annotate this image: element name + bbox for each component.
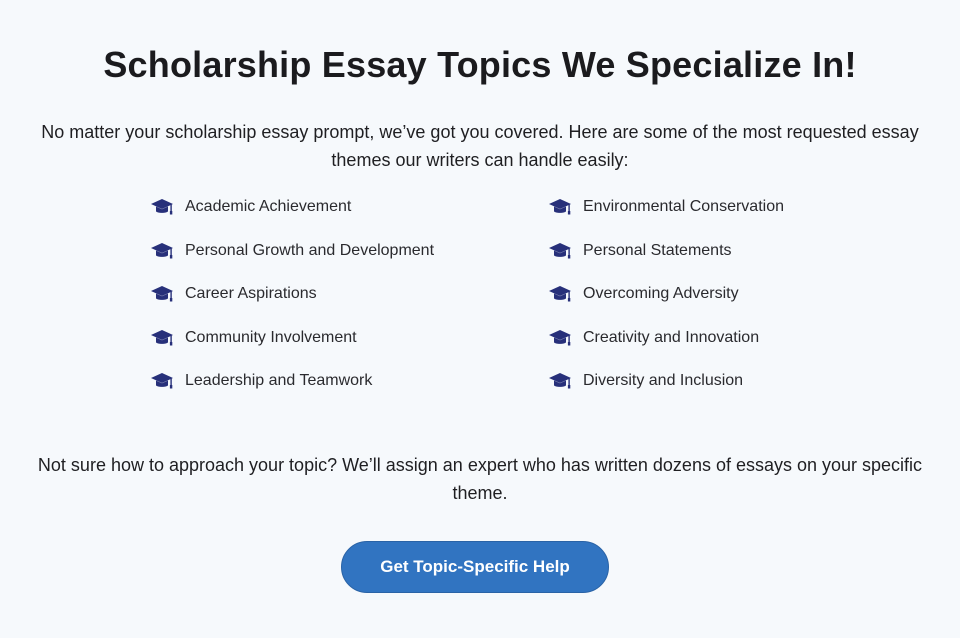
- intro-line-2: themes our writers can handle easily:: [331, 150, 629, 170]
- get-topic-specific-help-button[interactable]: Get Topic-Specific Help: [341, 541, 609, 593]
- topic-item: Diversity and Inclusion: [548, 368, 928, 412]
- topic-item: Personal Growth and Development: [150, 238, 530, 282]
- graduation-cap-icon: [150, 372, 174, 390]
- topic-item: Overcoming Adversity: [548, 281, 928, 325]
- graduation-cap-icon: [150, 242, 174, 260]
- graduation-cap-icon: [150, 329, 174, 347]
- topic-item: Environmental Conservation: [548, 194, 928, 238]
- topic-label: Personal Statements: [583, 241, 732, 259]
- graduation-cap-icon: [150, 285, 174, 303]
- topic-item: Academic Achievement: [150, 194, 530, 238]
- graduation-cap-icon: [548, 198, 572, 216]
- topic-label: Leadership and Teamwork: [185, 372, 373, 389]
- topic-label: Environmental Conservation: [583, 198, 784, 215]
- topic-label: Diversity and Inclusion: [583, 372, 744, 389]
- topic-item: Creativity and Innovation: [548, 325, 928, 369]
- intro-text: No matter your scholarship essay prompt,…: [0, 118, 960, 174]
- topic-item: Personal Statements: [548, 238, 928, 282]
- footer-line-1: Not sure how to approach your topic? We’…: [37, 455, 923, 475]
- topic-item: Community Involvement: [150, 325, 530, 369]
- graduation-cap-icon: [150, 198, 174, 216]
- footer-line-2: theme.: [452, 483, 508, 503]
- graduation-cap-icon: [548, 329, 572, 347]
- topic-label: Academic Achievement: [185, 198, 352, 215]
- topic-item: Career Aspirations: [150, 281, 530, 325]
- graduation-cap-icon: [548, 242, 572, 260]
- graduation-cap-icon: [548, 285, 572, 303]
- topic-label: Career Aspirations: [185, 285, 317, 302]
- page-title: Scholarship Essay Topics We Specialize I…: [103, 44, 857, 85]
- topic-label: Community Involvement: [185, 328, 357, 346]
- topic-list-left: Academic Achievement Personal Growth and…: [150, 194, 530, 412]
- graduation-cap-icon: [548, 372, 572, 390]
- topic-label: Creativity and Innovation: [583, 328, 760, 346]
- topic-list-right: Environmental Conservation Personal Stat…: [548, 194, 928, 412]
- topic-label: Overcoming Adversity: [583, 285, 739, 302]
- intro-line-1: No matter your scholarship essay prompt,…: [41, 122, 919, 142]
- topics-section: Scholarship Essay Topics We Specialize I…: [0, 0, 960, 638]
- footer-text: Not sure how to approach your topic? We’…: [0, 451, 960, 507]
- topic-label: Personal Growth and Development: [185, 241, 435, 259]
- topic-item: Leadership and Teamwork: [150, 368, 530, 412]
